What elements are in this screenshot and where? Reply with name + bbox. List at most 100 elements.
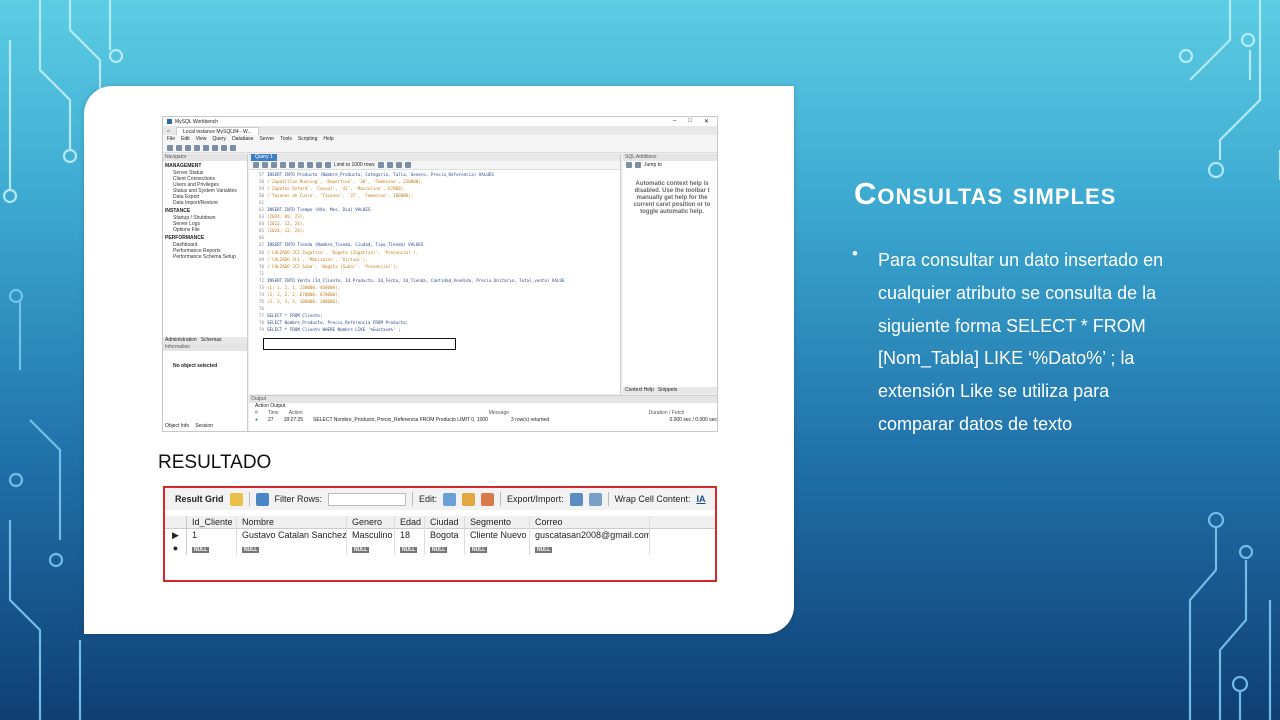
close-icon[interactable]: ✕ — [704, 118, 709, 125]
code-line[interactable]: 71 — [249, 270, 620, 277]
back-icon[interactable] — [626, 162, 632, 168]
inspector-icon[interactable] — [185, 144, 191, 151]
save-icon[interactable] — [262, 162, 268, 168]
col-header[interactable]: Ciudad — [425, 515, 465, 529]
new-row[interactable]: ● NULL NULL NULL NULL NULL NULL NULL — [165, 542, 715, 555]
null-cell[interactable]: NULL — [237, 542, 347, 555]
code-line[interactable]: 68 ('CALZADO JC2 Zagatiza', 'Bogota (Zaga… — [249, 249, 620, 256]
col-header[interactable]: Segmento — [465, 515, 530, 529]
minimize-icon[interactable]: – — [673, 118, 676, 125]
forward-icon[interactable] — [635, 162, 641, 168]
find-icon[interactable] — [386, 162, 393, 168]
rollback-icon[interactable] — [325, 162, 331, 168]
menu-edit[interactable]: Edit — [181, 136, 190, 142]
menu-database[interactable]: Database — [232, 136, 253, 142]
table-cell[interactable]: 18 — [395, 529, 425, 542]
edit-row-icon[interactable] — [443, 492, 457, 506]
code-line[interactable]: 78 SELECT Nombre_Producto, Precio_Referen… — [249, 319, 620, 326]
col-header[interactable]: Nombre — [237, 515, 347, 529]
table-cell[interactable]: 1 — [187, 529, 237, 542]
filter-rows-input[interactable] — [328, 492, 407, 506]
toggle-error-icon[interactable] — [307, 162, 313, 168]
tab-context-help[interactable]: Context Help — [625, 387, 654, 394]
code-line[interactable]: 73 (1, 1, 1, 1, 230000, 460000), — [249, 284, 620, 291]
menu-file[interactable]: File — [167, 136, 175, 142]
table-cell[interactable]: guscatasan2008@gmail.com — [530, 529, 650, 542]
code-line[interactable]: 77 SELECT * FROM Cliente; — [249, 312, 620, 319]
delete-row-icon[interactable] — [481, 492, 495, 506]
add-row-icon[interactable] — [462, 492, 476, 506]
menu-scripting[interactable]: Scripting — [298, 136, 317, 142]
action-output-select[interactable]: Action Output — [255, 403, 285, 410]
create-view-icon[interactable] — [212, 144, 218, 151]
null-cell[interactable]: NULL — [187, 542, 237, 555]
menu-help[interactable]: Help — [323, 136, 333, 142]
home-icon[interactable]: ⌂ — [167, 128, 170, 134]
refresh-icon[interactable] — [255, 492, 269, 506]
open-file-icon[interactable] — [253, 162, 259, 168]
sql-code-area[interactable]: 57 INSERT INTO Producto (Nombre_Producto,… — [249, 171, 620, 394]
code-line[interactable]: 79 SELECT * FROM Cliente WHERE Nombre LIK… — [249, 326, 620, 333]
null-cell[interactable]: NULL — [347, 542, 395, 555]
menu-server[interactable]: Server — [259, 136, 274, 142]
code-line[interactable]: 67 INSERT INTO Tienda (Nombre_Tienda, Ciu… — [249, 241, 620, 248]
explain-icon[interactable] — [289, 162, 295, 168]
commit-icon[interactable] — [316, 162, 322, 168]
code-line[interactable]: 63 (2024, 09, 23), — [249, 213, 620, 220]
stop-icon[interactable] — [298, 162, 304, 168]
table-cell[interactable]: Masculino — [347, 529, 395, 542]
result-grid-label[interactable]: Result Grid — [175, 494, 224, 504]
code-line[interactable]: 66 — [249, 234, 620, 241]
import-icon[interactable] — [588, 492, 602, 506]
execute-icon[interactable] — [271, 162, 277, 168]
null-cell[interactable]: NULL — [465, 542, 530, 555]
code-line[interactable]: 70 ('CALZADO JC2 Suba', 'Bogota (Suba)', … — [249, 263, 620, 270]
code-line[interactable]: 62 INSERT INTO Tiempo (Año, Mes, Dia) VAL… — [249, 206, 620, 213]
tab-object-info[interactable]: Object Info — [165, 423, 189, 429]
code-line[interactable]: 61 — [249, 199, 620, 206]
table-cell[interactable]: Bogota — [425, 529, 465, 542]
search-icon[interactable] — [230, 144, 236, 151]
menu-tools[interactable]: Tools — [280, 136, 292, 142]
open-sql-icon[interactable] — [176, 144, 182, 151]
nav-performance-schema[interactable]: Performance Schema Setup — [163, 254, 247, 260]
col-header[interactable]: Genero — [347, 515, 395, 529]
null-cell[interactable]: NULL — [530, 542, 650, 555]
create-procedure-icon[interactable] — [221, 144, 227, 151]
code-line[interactable]: 72 INSERT INTO Venta (Id_Cliente, Id_Prod… — [249, 277, 620, 284]
code-line[interactable]: 59 ('Zapatos Oxford', 'Casual', '42', 'Ma… — [249, 185, 620, 192]
tab-session[interactable]: Session — [195, 423, 213, 429]
col-header[interactable]: Edad — [395, 515, 425, 529]
code-line[interactable]: 74 (2, 2, 2, 2, 670000, 670000), — [249, 291, 620, 298]
tab-administration[interactable]: Administration — [165, 337, 197, 344]
code-line[interactable]: 76 — [249, 305, 620, 312]
null-cell[interactable]: NULL — [425, 542, 465, 555]
tab-schemas[interactable]: Schemas — [201, 337, 222, 344]
code-line[interactable]: 75 (3, 3, 3, 3, 100000, 300000); — [249, 298, 620, 305]
jump-to-select[interactable]: Jump to — [644, 162, 662, 168]
code-line[interactable]: 58 ('Zapatillas Running', 'Deportivo', '3… — [249, 178, 620, 185]
code-line[interactable]: 65 (2024, 12, 24); — [249, 227, 620, 234]
export-icon[interactable] — [569, 492, 583, 506]
null-cell[interactable]: NULL — [395, 542, 425, 555]
table-cell[interactable]: Cliente Nuevo — [465, 529, 530, 542]
connection-tab[interactable]: Local instance MySQL84 - W... — [176, 126, 259, 135]
execute-current-icon[interactable] — [280, 162, 286, 168]
wrap-cell-icon[interactable]: IA — [696, 494, 705, 504]
col-header[interactable]: Correo — [530, 515, 650, 529]
table-row[interactable]: ▶ 1 Gustavo Catalan Sanchez Masculino 18… — [165, 529, 715, 542]
maximize-icon[interactable]: □ — [688, 118, 692, 125]
table-cell[interactable]: Gustavo Catalan Sanchez — [237, 529, 347, 542]
code-line[interactable]: 69 ('CALZADO JL1', 'Manizales', 'Virtual'… — [249, 256, 620, 263]
limit-rows-select[interactable]: Limit to 1000 rows — [334, 162, 375, 168]
code-line[interactable]: 60 ('Tacones de Cuero', 'Tacones', '37', … — [249, 192, 620, 199]
code-line[interactable]: 57 INSERT INTO Producto (Nombre_Producto,… — [249, 171, 620, 178]
query-tab[interactable]: Query 1 — [251, 154, 277, 161]
tab-snippets[interactable]: Snippets — [658, 387, 677, 394]
invisible-chars-icon[interactable] — [395, 162, 402, 168]
new-sql-tab-icon[interactable] — [167, 144, 173, 151]
create-schema-icon[interactable] — [194, 144, 200, 151]
create-table-icon[interactable] — [203, 144, 209, 151]
menu-view[interactable]: View — [196, 136, 207, 142]
code-line[interactable]: 64 (2022, 12, 24), — [249, 220, 620, 227]
